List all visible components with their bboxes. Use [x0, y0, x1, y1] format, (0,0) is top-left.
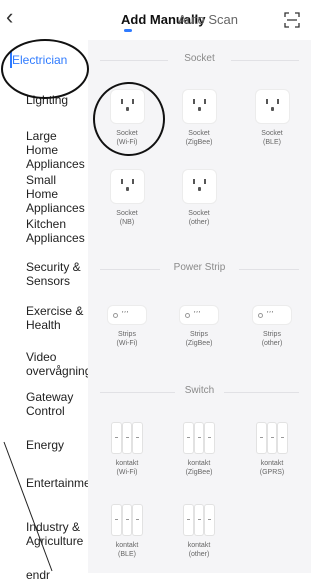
device-socket-zigbee[interactable]: Socket (ZigBee): [169, 90, 229, 147]
wall-switch-icon: [184, 423, 215, 453]
sidebar-item-video-surveillance[interactable]: Video overvågning: [26, 350, 91, 378]
annotation-line: [3, 441, 53, 572]
tab-auto-scan[interactable]: Auto Scan: [178, 12, 238, 27]
section-header-power-strip: Power Strip: [88, 262, 311, 276]
scan-frame-icon[interactable]: [284, 12, 300, 28]
device-socket-other[interactable]: Socket (other): [169, 170, 229, 227]
device-strips-wifi[interactable]: ′′′ Strips (Wi-Fi): [97, 306, 157, 348]
sidebar-item-small-home-appliances[interactable]: Small Home Appliances: [26, 173, 88, 215]
sidebar-item-gateway-control[interactable]: Gateway Control: [26, 390, 88, 418]
socket-icon: [182, 90, 216, 123]
socket-icon: [255, 90, 289, 123]
wall-switch-icon: [257, 423, 288, 453]
sidebar-item-large-home-appliances[interactable]: Large Home Appliances: [26, 129, 88, 171]
device-kontakt-zigbee[interactable]: kontakt (ZigBee): [169, 423, 229, 477]
device-kontakt-other[interactable]: kontakt (other): [169, 505, 229, 559]
socket-icon: [182, 170, 216, 203]
device-socket-ble[interactable]: Socket (BLE): [242, 90, 302, 147]
sidebar-item-exercise-health[interactable]: Exercise & Health: [26, 304, 88, 332]
section-header-socket: Socket: [88, 53, 311, 67]
section-header-switch: Switch: [88, 385, 311, 399]
top-bar: ‹ Add Manually Auto Scan: [0, 0, 311, 40]
active-tab-indicator: [124, 29, 132, 32]
wall-switch-icon: [112, 423, 143, 453]
device-kontakt-wifi[interactable]: kontakt (Wi-Fi): [97, 423, 157, 477]
device-kontakt-gprs[interactable]: kontakt (GPRS): [242, 423, 302, 477]
power-strip-icon: ′′′: [180, 306, 218, 324]
annotation-circle-socket-wifi: [93, 82, 165, 156]
sidebar-item-security-sensors[interactable]: Security & Sensors: [26, 260, 88, 288]
device-strips-zigbee[interactable]: ′′′ Strips (ZigBee): [169, 306, 229, 348]
socket-icon: [110, 170, 144, 203]
device-kontakt-ble[interactable]: kontakt (BLE): [97, 505, 157, 559]
annotation-circle-electrician: [1, 39, 89, 99]
sidebar-item-kitchen-appliances[interactable]: Kitchen Appliances: [26, 217, 88, 245]
power-strip-icon: ′′′: [108, 306, 146, 324]
chevron-left-icon[interactable]: ‹: [6, 6, 13, 28]
wall-switch-icon: [184, 505, 215, 535]
wall-switch-icon: [112, 505, 143, 535]
device-strips-other[interactable]: ′′′ Strips (other): [242, 306, 302, 348]
device-socket-nb[interactable]: Socket (NB): [97, 170, 157, 227]
power-strip-icon: ′′′: [253, 306, 291, 324]
